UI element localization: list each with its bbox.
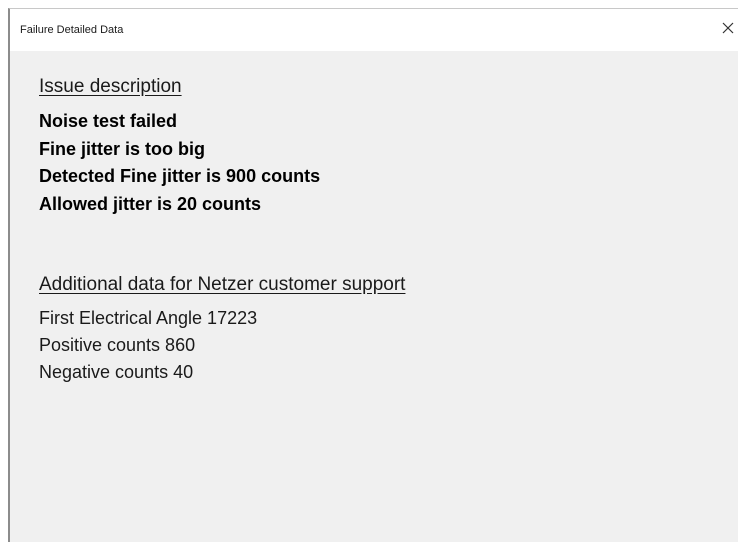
window-title: Failure Detailed Data	[20, 24, 124, 36]
issue-list: Noise test failed Fine jitter is too big…	[39, 108, 728, 218]
additional-data-heading: Additional data for Netzer customer supp…	[39, 274, 406, 295]
issue-line: Fine jitter is too big	[39, 138, 205, 159]
close-icon	[722, 22, 734, 34]
additional-data-list: First Electrical Angle 17223 Positive co…	[39, 305, 728, 386]
data-line: First Electrical Angle 17223	[39, 308, 258, 328]
issue-description-heading: Issue description	[39, 76, 182, 97]
issue-line: Allowed jitter is 20 counts	[39, 193, 262, 214]
failure-dialog: Failure Detailed Data Issue description …	[8, 8, 738, 542]
title-bar: Failure Detailed Data	[10, 9, 738, 51]
data-line: Positive counts 860	[39, 335, 196, 355]
issue-line: Detected Fine jitter is 900 counts	[39, 166, 321, 186]
issue-line: Noise test failed	[39, 111, 178, 131]
dialog-content: Issue description Noise test failed Fine…	[39, 75, 728, 386]
data-line: Negative counts 40	[39, 362, 194, 382]
close-button[interactable]	[720, 18, 738, 40]
